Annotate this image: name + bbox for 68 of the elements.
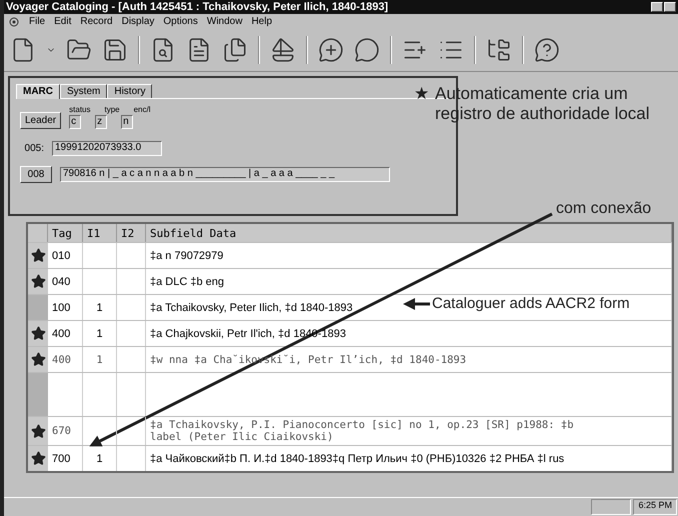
star-icon: [30, 424, 46, 438]
menu-item[interactable]: Options: [163, 16, 198, 27]
table-cell: 040: [48, 269, 83, 294]
star-icon: [30, 248, 46, 263]
row-header[interactable]: [28, 347, 48, 372]
row-header[interactable]: [28, 446, 48, 471]
annotation-text: com conexão: [556, 200, 652, 218]
field-label: 005:: [24, 143, 44, 154]
row-header[interactable]: [28, 321, 48, 346]
help-icon[interactable]: [534, 37, 560, 63]
table-cell: 400: [48, 321, 83, 346]
documents-icon[interactable]: [222, 37, 248, 63]
window-title: Voyager Cataloging - [Auth 1425451 : Tchaikovsky, Peter Ilich, 1840-1893]: [6, 1, 388, 13]
fixed-field-button[interactable]: 008: [20, 166, 52, 183]
field-label: type: [104, 105, 120, 114]
status-pane: [591, 499, 632, 515]
input-field[interactable]: z: [95, 115, 108, 129]
sailboat-icon[interactable]: [270, 37, 296, 63]
menu-item[interactable]: Display: [122, 16, 154, 27]
annotation-text: Cataloguer adds AACR2 form: [432, 295, 630, 312]
input-field[interactable]: c: [69, 115, 82, 129]
menu-item[interactable]: Window: [206, 16, 242, 27]
maximize-button[interactable]: [664, 2, 676, 12]
table-cell: 1: [83, 446, 117, 471]
speech-plus-icon[interactable]: [318, 37, 344, 63]
table-cell: 1: [83, 347, 117, 372]
tab[interactable]: History: [107, 84, 152, 98]
table-cell: 1: [83, 295, 117, 320]
table-cell: 010: [48, 243, 83, 268]
column-header: I1: [83, 224, 117, 242]
leader-button[interactable]: Leader: [20, 112, 62, 129]
floppy-icon[interactable]: [102, 37, 128, 63]
menu-item[interactable]: Record: [80, 16, 113, 27]
star-icon: [30, 274, 46, 289]
row-header[interactable]: [28, 269, 48, 294]
star-icon: [30, 326, 46, 341]
minimize-button[interactable]: [651, 2, 663, 12]
star-mark: ★: [414, 84, 429, 104]
speech-icon[interactable]: [354, 37, 380, 63]
field-label: status: [69, 105, 90, 114]
table-cell: 700: [48, 446, 83, 471]
column-header: Tag: [48, 224, 83, 242]
row-header[interactable]: [28, 417, 48, 445]
field-label: enc/l: [134, 105, 151, 114]
input-field[interactable]: 790816 n | _ a c a n n a a b n _________ | a _ a a a ____ _ _: [60, 167, 390, 182]
menu-item[interactable]: Edit: [54, 16, 72, 27]
star-icon: [30, 352, 46, 367]
table-cell: 400: [48, 347, 83, 372]
table-cell: 100: [48, 295, 83, 320]
input-field[interactable]: n: [121, 115, 134, 129]
star-icon: [30, 451, 46, 466]
table-cell: ‡a n 79072979: [146, 243, 672, 268]
tab[interactable]: MARC: [16, 84, 60, 99]
table-cell: 670: [48, 417, 83, 445]
tree-icon[interactable]: [486, 37, 512, 63]
table-cell: ‡a Tchaikovsky, P.I. Pianoconcerto [sic] no 1, op.23 [SR] p1988: ‡b label (Peter Ilic Ciaikovski): [146, 417, 672, 445]
tab[interactable]: System: [60, 84, 108, 98]
app-icon: [8, 16, 20, 28]
menu-item[interactable]: File: [29, 16, 46, 27]
table-cell: ‡a DLC ‡b eng: [146, 269, 672, 294]
column-header: Subfield Data: [146, 224, 672, 242]
table-cell: ‡a Чайковский‡b П. И.‡d 1840-1893‡q Петр Ильич ‡0 (РНБ)10326 ‡2 РНБА ‡l rus: [146, 446, 672, 471]
row-header[interactable]: [28, 243, 48, 268]
status-time: 6:25 PM: [633, 499, 677, 515]
input-field[interactable]: 19991202073933.0: [52, 141, 162, 156]
table-cell: 1: [83, 321, 117, 346]
column-header: I2: [117, 224, 146, 242]
menu-item[interactable]: Help: [251, 16, 272, 27]
